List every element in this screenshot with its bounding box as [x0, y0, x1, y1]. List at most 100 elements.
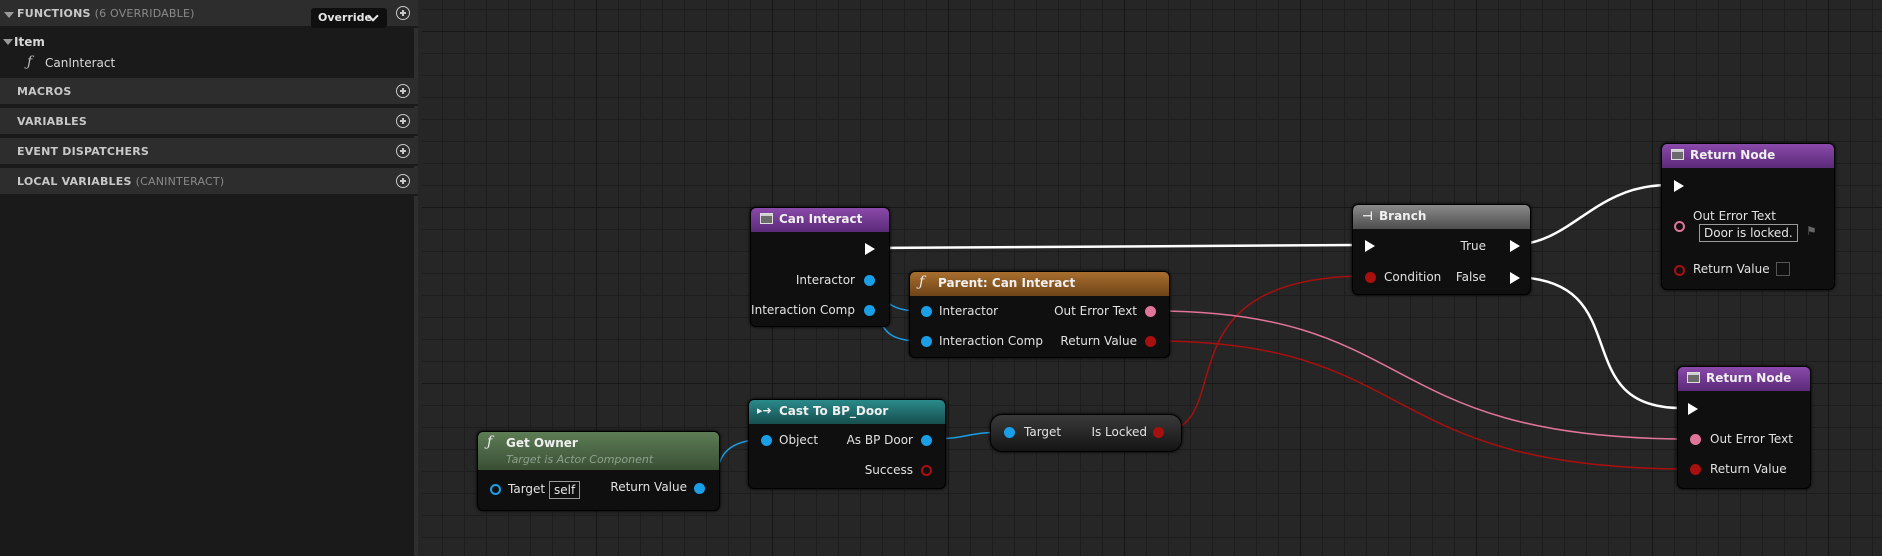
pin-label: Return Value [1060, 334, 1137, 348]
exec-in-pin[interactable] [1688, 403, 1698, 415]
pin-label: Interaction Comp [751, 303, 855, 317]
section-label: EVENT DISPATCHERS [17, 145, 150, 158]
pin-label: Interactor [939, 304, 999, 318]
interaction-comp-input-pin[interactable] [921, 336, 932, 347]
local-variables-section-header[interactable]: LOCAL VARIABLES (CANINTERACT) [0, 168, 418, 196]
target-input-pin[interactable] [490, 484, 501, 495]
exec-out-pin[interactable] [865, 243, 875, 255]
override-dropdown-button[interactable]: Override [311, 8, 387, 28]
function-item-caninteract[interactable]: ƒ CanInteract [0, 54, 418, 74]
branch-node[interactable]: ⊣ Branch True Condition False [1352, 204, 1531, 295]
return-value-checkbox[interactable] [1776, 262, 1790, 276]
object-input-pin[interactable] [761, 435, 772, 446]
section-sublabel: (CANINTERACT) [135, 175, 225, 188]
functions-label: FUNCTIONS [17, 7, 91, 20]
pin-label: Out Error Text [1693, 209, 1776, 223]
pin-label: Target [1024, 425, 1062, 439]
macros-section-header[interactable]: MACROS [0, 78, 418, 106]
exec-in-pin[interactable] [1674, 180, 1684, 192]
return-value-pin[interactable] [1145, 336, 1156, 347]
add-event-dispatcher-icon[interactable] [396, 144, 410, 158]
pin-label: As BP Door [846, 433, 913, 447]
target-input-pin[interactable] [1004, 427, 1015, 438]
pin-label: Is Locked [1091, 425, 1147, 439]
pin-label: Condition [1384, 270, 1442, 284]
exec-wire-false [1510, 275, 1685, 410]
collapse-arrow-icon[interactable] [4, 12, 14, 18]
functions-section-header[interactable]: FUNCTIONS (6 OVERRIDABLE) Override [0, 0, 418, 28]
add-variable-icon[interactable] [396, 114, 410, 128]
cast-arrows-icon: ▸➜ [757, 404, 772, 417]
event-dispatchers-section-header[interactable]: EVENT DISPATCHERS [0, 138, 418, 166]
exec-wire-entry-to-branch [868, 243, 1360, 250]
override-label: Override [318, 11, 372, 24]
pin-label: False [1455, 270, 1486, 284]
flag-icon: ⚑ [1806, 224, 1817, 238]
return-node-bottom[interactable]: Return Node Out Error Text Return Value [1677, 366, 1811, 489]
add-macro-icon[interactable] [396, 84, 410, 98]
add-local-variable-icon[interactable] [396, 174, 410, 188]
get-owner-node[interactable]: ƒ Get Owner Target is Actor Component Ta… [477, 431, 720, 511]
pin-label: Object [779, 433, 819, 447]
variables-section-header[interactable]: VARIABLES [0, 108, 418, 136]
bool-wire-is-locked [1157, 275, 1368, 433]
pin-label: Out Error Text [1710, 432, 1793, 446]
node-subtitle: Target is Actor Component [506, 453, 654, 466]
collapse-arrow-icon[interactable] [3, 39, 13, 45]
category-label: Item [14, 35, 45, 49]
false-exec-pin[interactable] [1510, 272, 1520, 284]
section-label: MACROS [17, 85, 72, 98]
my-blueprint-panel: FUNCTIONS (6 OVERRIDABLE) Override Item … [0, 0, 418, 556]
add-function-icon[interactable] [396, 6, 410, 20]
pin-label: Success [864, 463, 913, 477]
text-wire-out-error [1153, 310, 1690, 440]
out-error-text-pin[interactable] [1690, 434, 1701, 445]
return-value-pin[interactable] [1690, 464, 1701, 475]
function-icon: ƒ [27, 54, 33, 70]
return-node-top[interactable]: Return Node Out Error Text Door is locke… [1661, 143, 1835, 290]
function-icon: ƒ [919, 274, 925, 290]
node-title: Cast To BP_Door [779, 404, 889, 418]
functions-sublabel: (6 OVERRIDABLE) [94, 7, 195, 20]
interaction-comp-pin[interactable] [864, 305, 875, 316]
function-entry-icon [1687, 372, 1700, 383]
function-item-label: CanInteract [45, 56, 116, 70]
pin-label: Interactor [795, 273, 855, 287]
out-error-text-field[interactable]: Door is locked. [1699, 224, 1798, 242]
exec-in-pin[interactable] [1365, 240, 1375, 252]
out-error-text-pin[interactable] [1145, 306, 1156, 317]
branch-icon: ⊣ [1362, 209, 1373, 223]
pin-label: Return Value [1693, 262, 1770, 276]
node-title: Branch [1379, 209, 1427, 223]
function-entry-icon [760, 213, 773, 224]
section-label: LOCAL VARIABLES [17, 175, 132, 188]
node-title: Return Node [1706, 371, 1792, 385]
out-error-text-pin[interactable] [1674, 221, 1685, 232]
success-pin[interactable] [921, 465, 932, 476]
condition-pin[interactable] [1365, 272, 1376, 283]
return-value-pin[interactable] [1674, 265, 1685, 276]
node-title: Parent: Can Interact [938, 276, 1076, 290]
as-bp-door-pin[interactable] [921, 435, 932, 446]
interactor-input-pin[interactable] [921, 306, 932, 317]
pin-label: Return Value [1710, 462, 1787, 476]
pin-label: Interaction Comp [939, 334, 1043, 348]
cast-to-bp-door-node[interactable]: ▸➜ Cast To BP_Door Object As BP Door Suc… [748, 399, 946, 489]
is-locked-pin[interactable] [1153, 427, 1164, 438]
event-graph-canvas[interactable]: Can Interact Interactor Interaction Comp… [422, 0, 1882, 556]
function-icon: ƒ [487, 434, 493, 450]
parent-can-interact-node[interactable]: ƒ Parent: Can Interact Interactor Intera… [909, 271, 1170, 358]
is-locked-getter-node[interactable]: Target Is Locked [990, 414, 1182, 452]
pin-label: True [1460, 239, 1487, 253]
node-title: Get Owner [506, 436, 578, 450]
exec-wire-true [1510, 183, 1668, 247]
category-item[interactable]: Item [0, 33, 418, 53]
pin-label: Target [508, 482, 546, 496]
target-value-field[interactable]: self [549, 481, 581, 499]
bool-wire-return-value [1153, 340, 1690, 470]
function-entry-node[interactable]: Can Interact Interactor Interaction Comp [750, 207, 890, 327]
interactor-pin[interactable] [864, 275, 875, 286]
return-value-pin[interactable] [694, 483, 705, 494]
function-entry-icon [1671, 149, 1684, 160]
true-exec-pin[interactable] [1510, 240, 1520, 252]
